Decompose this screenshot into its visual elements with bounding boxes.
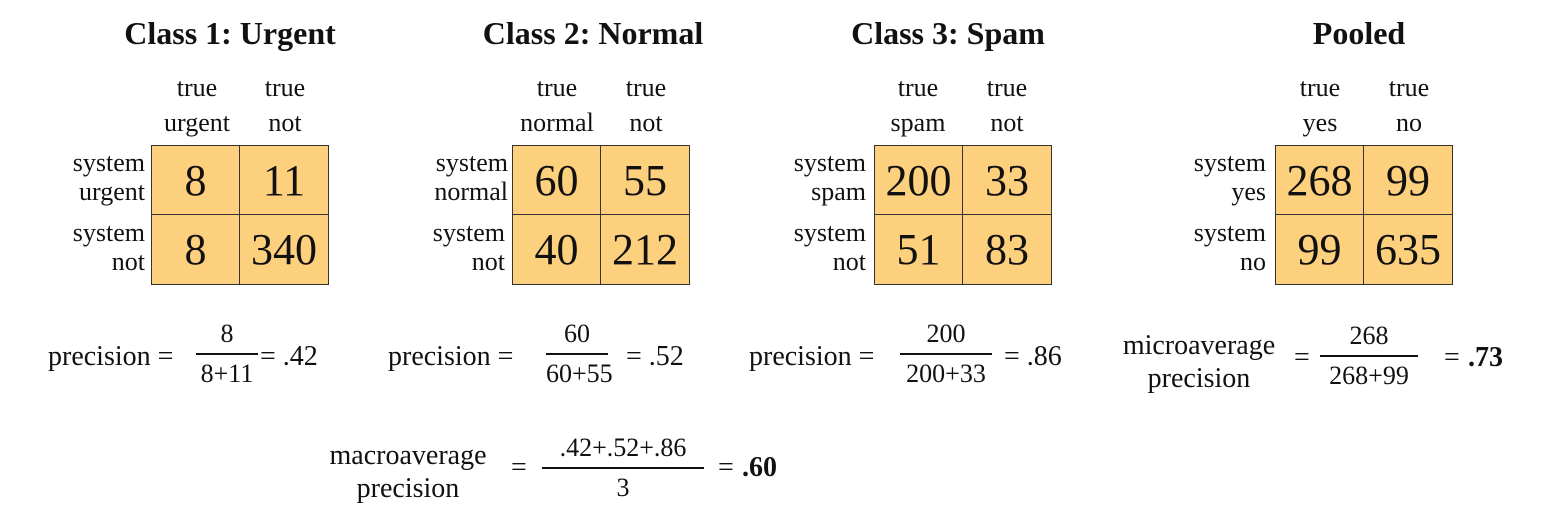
fraction-denominator: 3	[616, 473, 630, 502]
microaverage-result-equals: =	[1444, 342, 1460, 373]
fraction-bar	[196, 353, 258, 355]
row-header-system-no: system no	[1193, 218, 1266, 276]
table-title-pooled: Pooled	[1312, 15, 1406, 51]
precision-result: = .86	[1004, 341, 1062, 372]
matrix-cell: 200	[875, 146, 963, 215]
matrix-cell: 8	[152, 215, 240, 284]
col-header-true-not: true not	[986, 73, 1028, 137]
fraction-bar	[1320, 355, 1418, 357]
fraction-numerator: 8	[220, 319, 234, 348]
fraction-bar	[546, 353, 608, 355]
fraction-numerator: .42+.52+.86	[559, 433, 687, 462]
microaverage-equals: =	[1294, 342, 1310, 373]
fraction-denominator: 268+99	[1329, 361, 1409, 390]
table-title-normal: Class 2: Normal	[482, 15, 704, 51]
row-header-system-yes: system yes	[1193, 148, 1266, 206]
fraction-denominator: 8+11	[200, 359, 254, 388]
fraction-numerator: 200	[926, 319, 966, 348]
matrix-cell: 268	[1276, 146, 1364, 215]
matrix-cell: 99	[1364, 146, 1452, 215]
col-header-true-not: true not	[264, 73, 306, 137]
row-header-system-not: system not	[72, 218, 145, 276]
matrix-cell: 55	[601, 146, 689, 215]
col-header-true-urgent: true urgent	[164, 73, 230, 137]
matrix-cell: 212	[612, 225, 678, 274]
row-header-system-spam: system spam	[793, 148, 866, 206]
precision-label: precision =	[749, 341, 875, 372]
matrix-cell: 635	[1375, 225, 1441, 274]
confusion-matrix-pooled: 268 99 99 635	[1275, 145, 1453, 285]
matrix-cell: 51	[875, 215, 963, 284]
macroaverage-equals: =	[511, 452, 527, 483]
matrix-cell: 83	[985, 225, 1029, 274]
row-header-system-urgent: system urgent	[72, 148, 145, 206]
precision-fraction-normal: 60 60+55	[546, 318, 613, 390]
precision-result: = .42	[260, 341, 318, 372]
matrix-cell: 33	[963, 146, 1051, 215]
col-header-true-no: true no	[1388, 73, 1430, 137]
precision-fraction-urgent: 8 8+11	[196, 318, 258, 390]
fraction-bar	[900, 353, 992, 355]
table-title-spam: Class 3: Spam	[851, 15, 1045, 51]
matrix-cell: 99	[1276, 215, 1364, 284]
row-header-system-not: system not	[432, 218, 505, 276]
matrix-cell: 40	[513, 215, 601, 284]
fraction-denominator: 200+33	[906, 359, 986, 388]
confusion-matrix-spam: 200 33 51 83	[874, 145, 1052, 285]
fraction-numerator: 60	[564, 319, 590, 348]
matrix-cell: 340	[251, 225, 317, 274]
precision-label: precision =	[388, 341, 514, 372]
confusion-matrix-normal: 60 55 40 212	[512, 145, 690, 285]
macroaverage-fraction: .42+.52+.86 3	[542, 432, 704, 504]
precision-result: = .52	[626, 341, 684, 372]
fraction-bar	[542, 467, 704, 469]
row-header-system-normal: system normal	[434, 148, 508, 206]
col-header-true-spam: true spam	[890, 73, 946, 137]
table-title-urgent: Class 1: Urgent	[124, 15, 336, 51]
col-header-true-normal: true normal	[520, 73, 594, 137]
col-header-true-not: true not	[625, 73, 667, 137]
precision-fraction-spam: 200 200+33	[900, 318, 992, 390]
microaverage-result: .73	[1468, 342, 1503, 373]
fraction-numerator: 268	[1349, 321, 1389, 350]
microaverage-label: microaverage precision	[1122, 330, 1276, 394]
matrix-cell: 8	[152, 146, 240, 215]
macroaverage-result: .60	[742, 452, 777, 483]
precision-label: precision =	[48, 341, 174, 372]
matrix-cell: 60	[513, 146, 601, 215]
confusion-matrix-urgent: 8 11 8 340	[151, 145, 329, 285]
microaverage-fraction: 268 268+99	[1320, 320, 1418, 392]
fraction-denominator: 60+55	[546, 359, 613, 388]
macroaverage-result-equals: =	[718, 452, 734, 483]
macroaverage-label: macroaverage precision	[329, 440, 487, 504]
col-header-true-yes: true yes	[1299, 73, 1341, 137]
matrix-cell: 11	[240, 146, 328, 215]
row-header-system-not: system not	[793, 218, 866, 276]
